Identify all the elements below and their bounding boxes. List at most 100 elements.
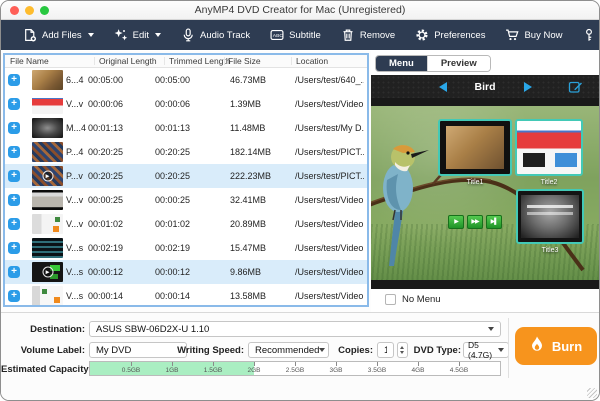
- next-title-button[interactable]: ▶▌: [486, 215, 502, 229]
- table-row[interactable]: + ▶ P...4 00:20:25 00:20:25 182.14MB /Us…: [5, 140, 367, 164]
- menu-title-thumbnail-1[interactable]: [438, 119, 512, 176]
- add-title-icon[interactable]: +: [8, 146, 20, 158]
- table-row[interactable]: + ▶ V...v 00:01:02 00:01:02 20.89MB /Use…: [5, 212, 367, 236]
- preview-panel: Menu Preview Bird: [371, 51, 599, 312]
- add-title-icon[interactable]: +: [8, 266, 20, 278]
- remove-icon: [341, 28, 355, 42]
- menu-title-thumbnail-2[interactable]: [515, 119, 583, 176]
- capacity-tick: [459, 362, 460, 366]
- play-overlay-icon: ▶: [42, 267, 53, 278]
- add-files-button[interactable]: Add Files: [13, 20, 104, 50]
- trimmed-length: 00:02:19: [155, 236, 190, 260]
- writing-speed-select[interactable]: Recommended: [248, 342, 329, 358]
- add-title-icon[interactable]: +: [8, 122, 20, 134]
- title2-image: [517, 121, 581, 174]
- file-size: 182.14MB: [230, 140, 271, 164]
- column-divider: [291, 57, 292, 65]
- add-title-icon[interactable]: +: [8, 242, 20, 254]
- edit-button[interactable]: Edit: [104, 20, 171, 50]
- remove-button[interactable]: Remove: [331, 20, 405, 50]
- preferences-button[interactable]: Preferences: [405, 20, 495, 50]
- next-menu-icon[interactable]: [524, 82, 532, 92]
- file-size: 46.73MB: [230, 68, 266, 92]
- add-title-icon[interactable]: +: [8, 194, 20, 206]
- destination-select[interactable]: ASUS SBW-06D2X-U 1.10: [89, 321, 501, 337]
- title1-image: [446, 126, 504, 169]
- file-location: /Users/test/640_...: [295, 68, 364, 92]
- buy-now-button[interactable]: Buy Now: [495, 20, 572, 50]
- title3-image: [521, 195, 579, 238]
- table-row[interactable]: + ▶ 6...4 00:05:00 00:05:00 46.73MB /Use…: [5, 68, 367, 92]
- add-title-icon[interactable]: +: [8, 218, 20, 230]
- column-divider: [164, 57, 165, 65]
- video-thumbnail: ▶: [32, 262, 63, 282]
- close-button[interactable]: [10, 6, 19, 15]
- stepper-up-icon: [400, 346, 404, 349]
- file-size: 15.47MB: [230, 236, 266, 260]
- play-button[interactable]: ▶: [448, 215, 464, 229]
- column-header-location[interactable]: Location: [296, 55, 328, 68]
- previous-menu-icon[interactable]: [439, 82, 447, 92]
- capacity-tick-label: 3.5GB: [368, 367, 386, 374]
- table-row[interactable]: + ▶ V...s 00:02:19 00:02:19 15.47MB /Use…: [5, 236, 367, 260]
- video-thumbnail: ▶: [32, 286, 63, 306]
- original-length: 00:01:13: [88, 116, 123, 140]
- table-row[interactable]: + ▶ V...v 00:00:25 00:00:25 32.41MB /Use…: [5, 188, 367, 212]
- column-header-file-name[interactable]: File Name: [10, 55, 49, 68]
- file-name: V...v: [66, 188, 88, 212]
- table-row[interactable]: + ▶ M...4 00:01:13 00:01:13 11.48MB /Use…: [5, 116, 367, 140]
- video-thumbnail: ▶: [32, 166, 63, 186]
- tab-preview[interactable]: Preview: [427, 56, 490, 71]
- add-title-icon[interactable]: +: [8, 74, 20, 86]
- fast-forward-button[interactable]: ▶▶: [467, 215, 483, 229]
- dvd-type-select[interactable]: D5 (4.7G): [463, 342, 509, 358]
- capacity-tick-label: 3GB: [329, 367, 342, 374]
- file-location: /Users/test/Video...: [295, 284, 364, 307]
- subtitle-button[interactable]: ABC Subtitle: [260, 20, 331, 50]
- burn-button[interactable]: Burn: [515, 327, 597, 365]
- edit-menu-icon[interactable]: [568, 79, 583, 99]
- register-button[interactable]: Register: [572, 20, 600, 50]
- capacity-tick-label: 2GB: [247, 367, 260, 374]
- capacity-tick: [418, 362, 419, 366]
- add-title-icon[interactable]: +: [8, 170, 20, 182]
- column-header-original-length[interactable]: Original Length: [99, 55, 157, 68]
- capacity-tick: [254, 362, 255, 366]
- view-tabs: Menu Preview: [375, 55, 491, 72]
- file-name: 6...4: [66, 68, 88, 92]
- edit-icon: [114, 28, 128, 42]
- table-row[interactable]: + ▶ V...v 00:00:06 00:00:06 1.39MB /User…: [5, 92, 367, 116]
- cart-icon: [505, 28, 519, 42]
- video-thumbnail: ▶: [32, 142, 63, 162]
- column-header-file-size[interactable]: File Size: [228, 55, 261, 68]
- menu-title-thumbnail-3[interactable]: [516, 189, 584, 244]
- file-name: V...s: [66, 284, 88, 307]
- add-files-icon: [23, 28, 37, 42]
- table-row[interactable]: + ▶ V...s 00:00:12 00:00:12 9.86MB /User…: [5, 260, 367, 284]
- toolbar: Add Files Edit Audio Track ABC Subtitle …: [1, 20, 599, 50]
- resize-grip[interactable]: [587, 388, 597, 398]
- file-location: /Users/test/PICT...: [295, 140, 364, 164]
- file-list: File Name Original Length Trimmed Length…: [3, 53, 369, 307]
- table-row[interactable]: + ▶ P...v 00:20:25 00:20:25 222.23MB /Us…: [5, 164, 367, 188]
- trimmed-length: 00:01:13: [155, 116, 190, 140]
- column-header-trimmed-length[interactable]: Trimmed Length: [169, 55, 231, 68]
- audio-track-button[interactable]: Audio Track: [171, 20, 260, 50]
- capacity-tick: [131, 362, 132, 366]
- column-divider: [94, 57, 95, 65]
- audio-track-icon: [181, 28, 195, 42]
- copies-label: Copies:: [331, 345, 373, 356]
- add-title-icon[interactable]: +: [8, 290, 20, 302]
- chevron-down-icon: [155, 33, 161, 37]
- file-location: /Users/test/My D...: [295, 116, 364, 140]
- original-length: 00:01:02: [88, 212, 123, 236]
- no-menu-checkbox[interactable]: [385, 294, 396, 305]
- minimize-button[interactable]: [25, 6, 34, 15]
- table-row[interactable]: + ▶ V...s 00:00:14 00:00:14 13.58MB /Use…: [5, 284, 367, 307]
- zoom-button[interactable]: [40, 6, 49, 15]
- add-title-icon[interactable]: +: [8, 98, 20, 110]
- main-area: File Name Original Length Trimmed Length…: [1, 51, 599, 312]
- copies-input[interactable]: [377, 342, 394, 358]
- tab-menu[interactable]: Menu: [376, 56, 427, 71]
- capacity-tick: [172, 362, 173, 366]
